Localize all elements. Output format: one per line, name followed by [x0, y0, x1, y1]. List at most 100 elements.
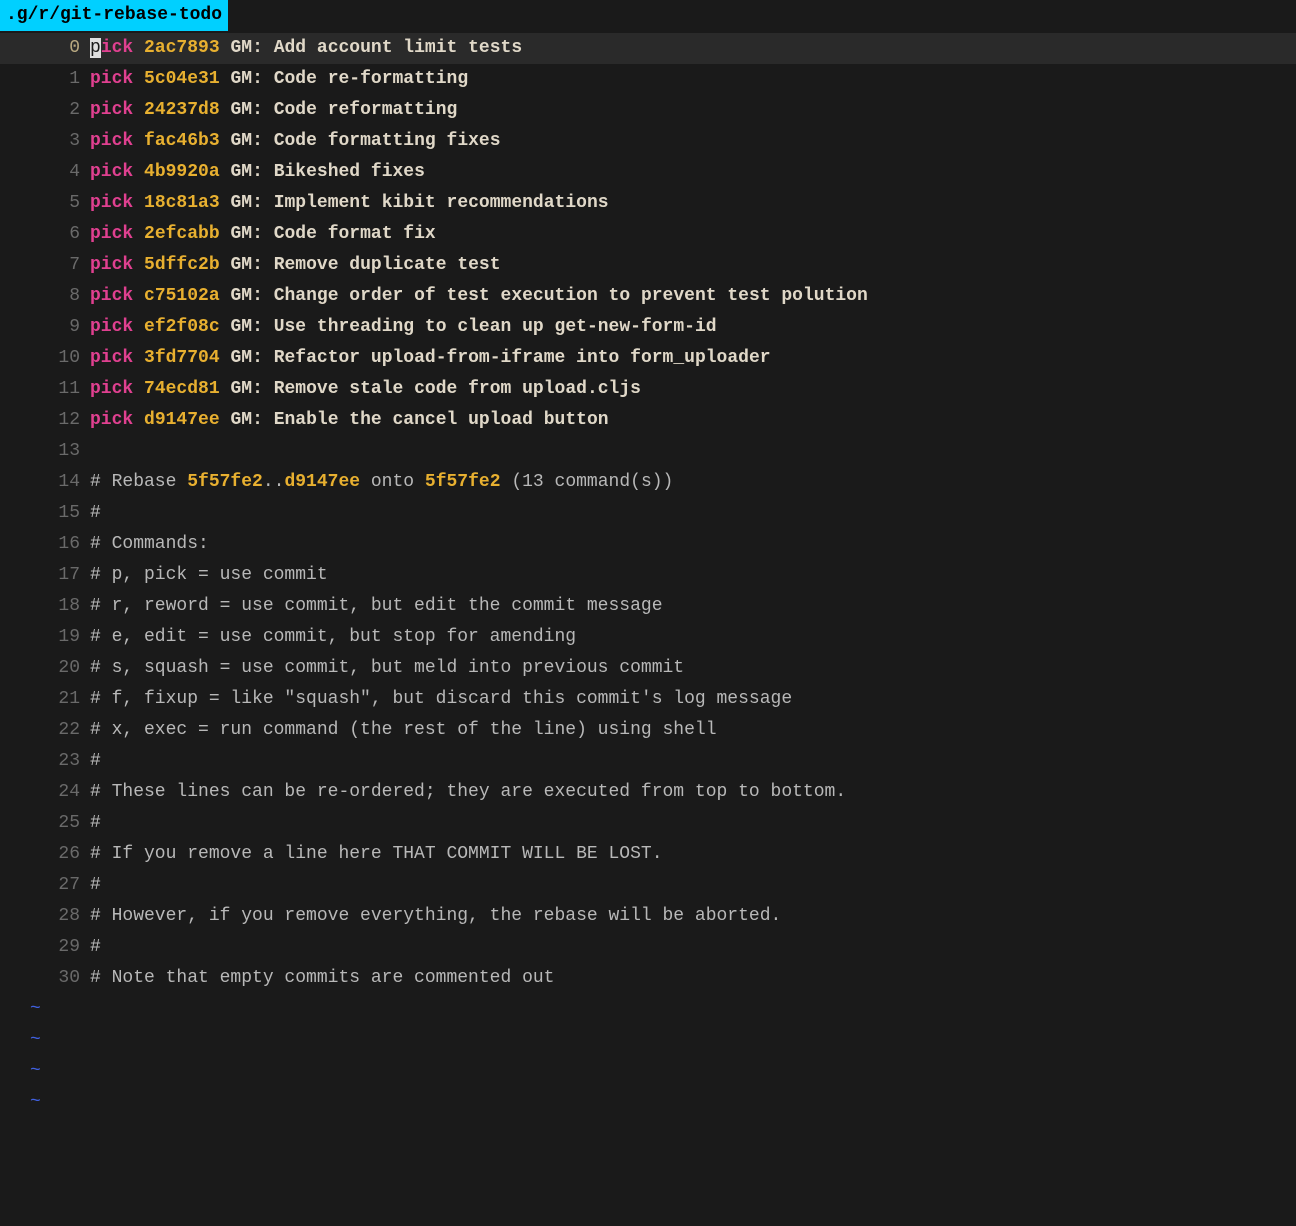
line-number: 4 — [0, 159, 90, 186]
commit-message: Remove stale code from upload.cljs — [274, 379, 641, 399]
comment-line[interactable]: 27# — [0, 870, 1296, 901]
comment-line[interactable]: 18# r, reword = use commit, but edit the… — [0, 591, 1296, 622]
empty-line-tilde: ~ — [0, 1087, 1296, 1118]
line-content: pick 3fd7704 GM: Refactor upload-from-if… — [90, 345, 1296, 372]
comment-line[interactable]: 20# s, squash = use commit, but meld int… — [0, 653, 1296, 684]
line-number: 28 — [0, 903, 90, 930]
rebase-command: pick — [90, 131, 133, 151]
line-number: 12 — [0, 407, 90, 434]
editor-area[interactable]: 0pick 2ac7893 GM: Add account limit test… — [0, 31, 1296, 1118]
pick-line[interactable]: 10pick 3fd7704 GM: Refactor upload-from-… — [0, 343, 1296, 374]
line-number: 6 — [0, 221, 90, 248]
empty-line-tilde: ~ — [0, 1056, 1296, 1087]
commit-hash: fac46b3 — [144, 131, 220, 151]
commit-author: GM: — [230, 348, 262, 368]
line-number: 7 — [0, 252, 90, 279]
pick-line[interactable]: 8pick c75102a GM: Change order of test e… — [0, 281, 1296, 312]
comment-line[interactable]: 24# These lines can be re-ordered; they … — [0, 777, 1296, 808]
line-content: # f, fixup = like "squash", but discard … — [90, 686, 1296, 713]
comment-line[interactable]: 14# Rebase 5f57fe2..d9147ee onto 5f57fe2… — [0, 467, 1296, 498]
comment-line[interactable]: 23# — [0, 746, 1296, 777]
commit-message: Code formatting fixes — [274, 131, 501, 151]
line-number: 27 — [0, 872, 90, 899]
line-content: # p, pick = use commit — [90, 562, 1296, 589]
line-number: 1 — [0, 66, 90, 93]
pick-line[interactable]: 9pick ef2f08c GM: Use threading to clean… — [0, 312, 1296, 343]
pick-line[interactable]: 11pick 74ecd81 GM: Remove stale code fro… — [0, 374, 1296, 405]
rebase-from-hash: 5f57fe2 — [187, 472, 263, 492]
line-content: # Commands: — [90, 531, 1296, 558]
commit-author: GM: — [230, 38, 262, 58]
comment-line[interactable]: 15# — [0, 498, 1296, 529]
pick-line[interactable]: 12pick d9147ee GM: Enable the cancel upl… — [0, 405, 1296, 436]
pick-line[interactable]: 7pick 5dffc2b GM: Remove duplicate test — [0, 250, 1296, 281]
line-number: 11 — [0, 376, 90, 403]
line-content: pick 24237d8 GM: Code reformatting — [90, 97, 1296, 124]
line-content: pick ef2f08c GM: Use threading to clean … — [90, 314, 1296, 341]
comment-line[interactable]: 30# Note that empty commits are commente… — [0, 963, 1296, 994]
line-content: pick 2ac7893 GM: Add account limit tests — [90, 35, 1296, 62]
line-content: # — [90, 872, 1296, 899]
commit-hash: 5dffc2b — [144, 255, 220, 275]
empty-line-tilde: ~ — [0, 994, 1296, 1025]
pick-line[interactable]: 5pick 18c81a3 GM: Implement kibit recomm… — [0, 188, 1296, 219]
commit-hash: ef2f08c — [144, 317, 220, 337]
line-number: 9 — [0, 314, 90, 341]
line-number: 14 — [0, 469, 90, 496]
commit-message: Add account limit tests — [274, 38, 522, 58]
pick-line[interactable]: 6pick 2efcabb GM: Code format fix — [0, 219, 1296, 250]
line-content — [90, 438, 1296, 465]
commit-hash: c75102a — [144, 286, 220, 306]
commit-author: GM: — [230, 131, 262, 151]
rebase-command: pick — [90, 100, 133, 120]
cursor: p — [90, 38, 101, 58]
comment-line[interactable]: 17# p, pick = use commit — [0, 560, 1296, 591]
rebase-command: pick — [90, 379, 133, 399]
commit-hash: 4b9920a — [144, 162, 220, 182]
line-number: 25 — [0, 810, 90, 837]
pick-line[interactable]: 2pick 24237d8 GM: Code reformatting — [0, 95, 1296, 126]
line-number: 17 — [0, 562, 90, 589]
buffer-title: .g/r/git-rebase-todo — [0, 0, 228, 31]
rebase-command: pick — [90, 69, 133, 89]
pick-line[interactable]: 3pick fac46b3 GM: Code formatting fixes — [0, 126, 1296, 157]
commit-author: GM: — [230, 286, 262, 306]
commit-message: Refactor upload-from-iframe into form_up… — [274, 348, 771, 368]
line-number: 10 — [0, 345, 90, 372]
line-content: pick 5dffc2b GM: Remove duplicate test — [90, 252, 1296, 279]
line-content: pick 18c81a3 GM: Implement kibit recomme… — [90, 190, 1296, 217]
line-content: # s, squash = use commit, but meld into … — [90, 655, 1296, 682]
rebase-onto-hash: 5f57fe2 — [425, 472, 501, 492]
comment-line[interactable]: 28# However, if you remove everything, t… — [0, 901, 1296, 932]
comment-line[interactable]: 25# — [0, 808, 1296, 839]
comment-line[interactable]: 22# x, exec = run command (the rest of t… — [0, 715, 1296, 746]
line-content: pick c75102a GM: Change order of test ex… — [90, 283, 1296, 310]
commit-hash: d9147ee — [144, 410, 220, 430]
comment-line[interactable]: 13 — [0, 436, 1296, 467]
comment-line[interactable]: 16# Commands: — [0, 529, 1296, 560]
commit-author: GM: — [230, 100, 262, 120]
rebase-command: pick — [90, 224, 133, 244]
line-content: # However, if you remove everything, the… — [90, 903, 1296, 930]
comment-line[interactable]: 29# — [0, 932, 1296, 963]
rebase-command: pick — [90, 410, 133, 430]
commit-author: GM: — [230, 317, 262, 337]
line-content: # Note that empty commits are commented … — [90, 965, 1296, 992]
comment-line[interactable]: 26# If you remove a line here THAT COMMI… — [0, 839, 1296, 870]
rebase-command: pick — [90, 286, 133, 306]
commit-message: Enable the cancel upload button — [274, 410, 609, 430]
line-number: 19 — [0, 624, 90, 651]
pick-line[interactable]: 1pick 5c04e31 GM: Code re-formatting — [0, 64, 1296, 95]
line-content: # — [90, 934, 1296, 961]
pick-line[interactable]: 4pick 4b9920a GM: Bikeshed fixes — [0, 157, 1296, 188]
commit-message: Bikeshed fixes — [274, 162, 425, 182]
comment-line[interactable]: 21# f, fixup = like "squash", but discar… — [0, 684, 1296, 715]
commit-hash: 2ac7893 — [144, 38, 220, 58]
line-content: # x, exec = run command (the rest of the… — [90, 717, 1296, 744]
commit-message: Code reformatting — [274, 100, 458, 120]
commit-author: GM: — [230, 224, 262, 244]
commit-hash: 3fd7704 — [144, 348, 220, 368]
comment-line[interactable]: 19# e, edit = use commit, but stop for a… — [0, 622, 1296, 653]
line-content: pick 74ecd81 GM: Remove stale code from … — [90, 376, 1296, 403]
pick-line[interactable]: 0pick 2ac7893 GM: Add account limit test… — [0, 33, 1296, 64]
